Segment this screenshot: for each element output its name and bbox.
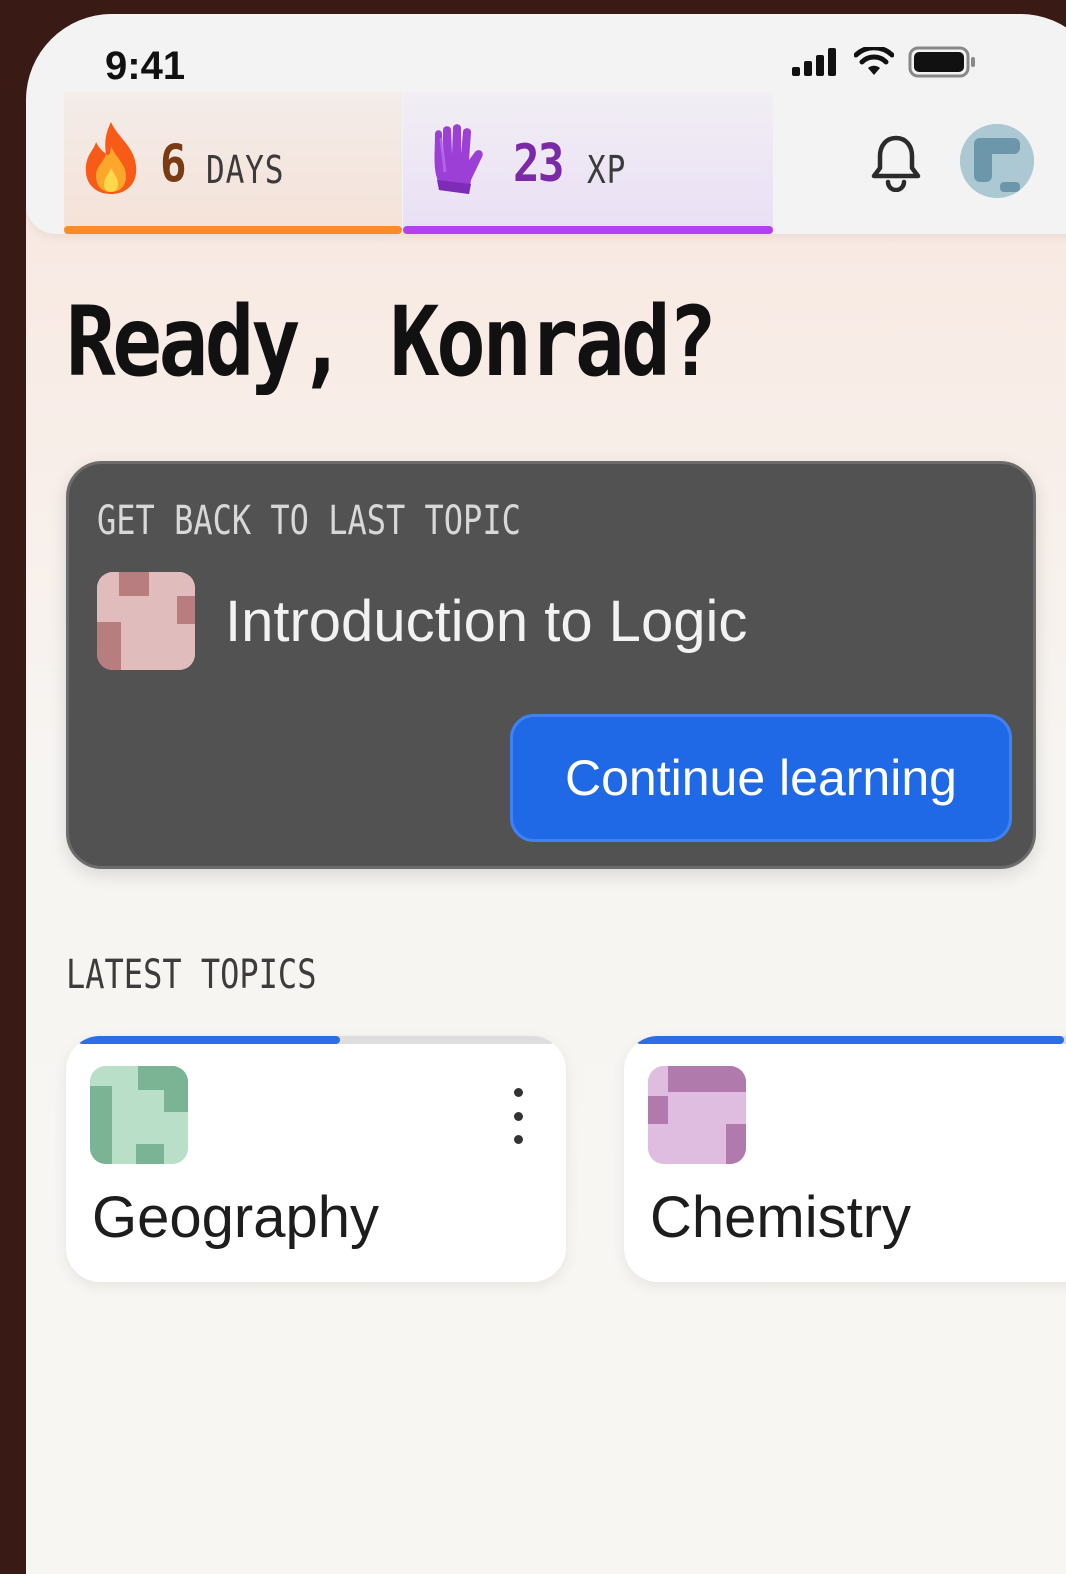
xp-underline [403, 226, 773, 234]
streak-tab[interactable]: 6 DAYS [64, 92, 402, 234]
geography-topic-icon [90, 1066, 188, 1164]
streak-unit: DAYS [206, 148, 285, 192]
continue-learning-button[interactable]: Continue learning [510, 714, 1012, 842]
topic-thumbnail [648, 1066, 746, 1164]
resume-card: GET BACK TO LAST TOPIC Introduction to L… [66, 461, 1036, 869]
status-icons [790, 46, 978, 78]
logic-topic-icon [97, 572, 195, 670]
topic-title: Geography [92, 1185, 379, 1250]
xp-value: 23 [513, 134, 565, 194]
resume-eyebrow: GET BACK TO LAST TOPIC [97, 498, 521, 544]
flame-icon [85, 122, 137, 194]
chemistry-topic-icon [648, 1066, 746, 1164]
top-bar: 9:41 6 DAYS 23 XP [26, 14, 1066, 234]
topic-thumbnail [97, 572, 195, 670]
topic-card-geography[interactable]: Geography [66, 1036, 566, 1282]
streak-value: 6 [160, 134, 187, 194]
topic-progress-fill [78, 1036, 340, 1044]
bell-icon[interactable] [866, 132, 926, 192]
xp-tab[interactable]: 23 XP [403, 92, 773, 234]
topic-progress-track [636, 1036, 1066, 1044]
topic-title: Chemistry [650, 1185, 912, 1250]
cellular-signal-icon [792, 48, 836, 76]
avatar-pattern-icon [960, 124, 1034, 198]
battery-icon [908, 46, 975, 78]
resume-topic-title: Introduction to Logic [225, 589, 748, 654]
wifi-icon [854, 47, 894, 75]
status-time: 9:41 [105, 44, 186, 88]
xp-unit: XP [587, 148, 627, 192]
topic-card-chemistry[interactable]: Chemistry [624, 1036, 1066, 1282]
latest-topics-heading: LATEST TOPICS [66, 952, 317, 998]
topic-progress-fill [636, 1036, 1065, 1044]
topic-thumbnail [90, 1066, 188, 1164]
avatar[interactable] [960, 124, 1034, 198]
page-title: Ready, Konrad? [66, 286, 717, 398]
more-options-icon[interactable] [506, 1088, 530, 1144]
topic-progress-track [78, 1036, 554, 1044]
app-screen: 9:41 6 DAYS 23 XP Ready, Konrad? GET BAC… [26, 14, 1066, 1574]
streak-underline [64, 226, 402, 234]
glove-icon [434, 124, 483, 194]
